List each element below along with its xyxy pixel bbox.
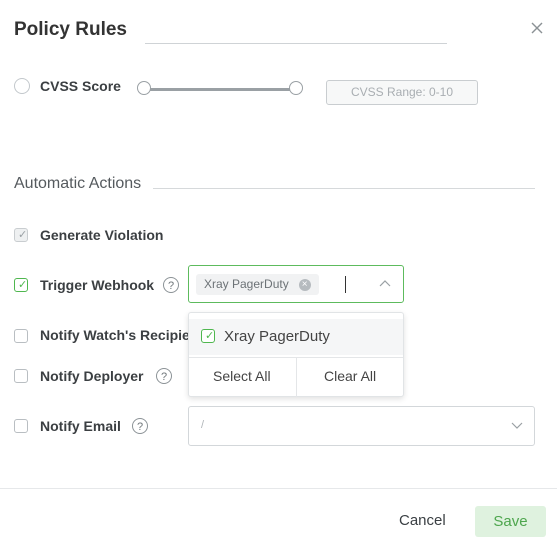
check-icon: ✓ [205,330,215,342]
section-divider [153,188,535,189]
notify-email-select[interactable]: / [188,406,535,446]
generate-violation-label: Generate Violation [40,227,164,243]
chevron-up-icon[interactable] [379,279,391,287]
option-checkbox[interactable]: ✓ [201,329,215,343]
notify-email-label: Notify Email [40,418,121,434]
option-label: Xray PagerDuty [224,328,330,345]
notify-watch-recipients-checkbox[interactable] [14,329,28,343]
notify-deployer-checkbox[interactable] [14,369,28,383]
clear-all-button[interactable]: Clear All [324,368,376,384]
generate-violation-checkbox[interactable]: ✓ [14,228,28,242]
help-icon[interactable]: ? [132,418,148,434]
selected-tag: Xray PagerDuty × [196,274,319,295]
trigger-webhook-label: Trigger Webhook [40,277,155,293]
close-icon[interactable] [528,19,546,37]
webhook-select[interactable]: Xray PagerDuty × [188,265,404,303]
notify-deployer-label: Notify Deployer [40,368,144,384]
dropdown-button-divider [296,357,297,397]
notify-email-checkbox[interactable] [14,419,28,433]
cancel-button[interactable]: Cancel [399,512,446,529]
select-all-button[interactable]: Select All [213,368,271,384]
modal-title: Policy Rules [14,19,127,40]
text-cursor [345,276,346,293]
chevron-down-icon[interactable] [511,422,523,430]
trigger-webhook-checkbox[interactable]: ✓ [14,278,28,292]
email-select-value: / [201,419,205,431]
dropdown-option[interactable]: ✓ Xray PagerDuty [189,319,403,355]
webhook-dropdown: ✓ Xray PagerDuty Select All Clear All [188,312,404,397]
cvss-slider-track[interactable] [144,88,296,91]
tag-remove-icon[interactable]: × [298,278,311,291]
save-button[interactable]: Save [475,506,546,537]
notify-watch-recipients-label: Notify Watch's Recipie [40,327,188,343]
partial-input-underline [145,43,447,44]
check-icon: ✓ [18,279,28,291]
cvss-score-radio[interactable] [14,78,30,94]
footer-divider [0,488,557,489]
cvss-slider-min-handle[interactable] [137,81,151,95]
help-icon[interactable]: ? [156,368,172,384]
automatic-actions-heading: Automatic Actions [14,175,142,192]
cvss-score-label: CVSS Score [40,78,121,94]
tag-label: Xray PagerDuty [204,277,289,291]
check-icon: ✓ [18,229,28,241]
cvss-slider-max-handle[interactable] [289,81,303,95]
cvss-range-input[interactable]: CVSS Range: 0-10 [326,80,478,105]
help-icon[interactable]: ? [163,277,179,293]
